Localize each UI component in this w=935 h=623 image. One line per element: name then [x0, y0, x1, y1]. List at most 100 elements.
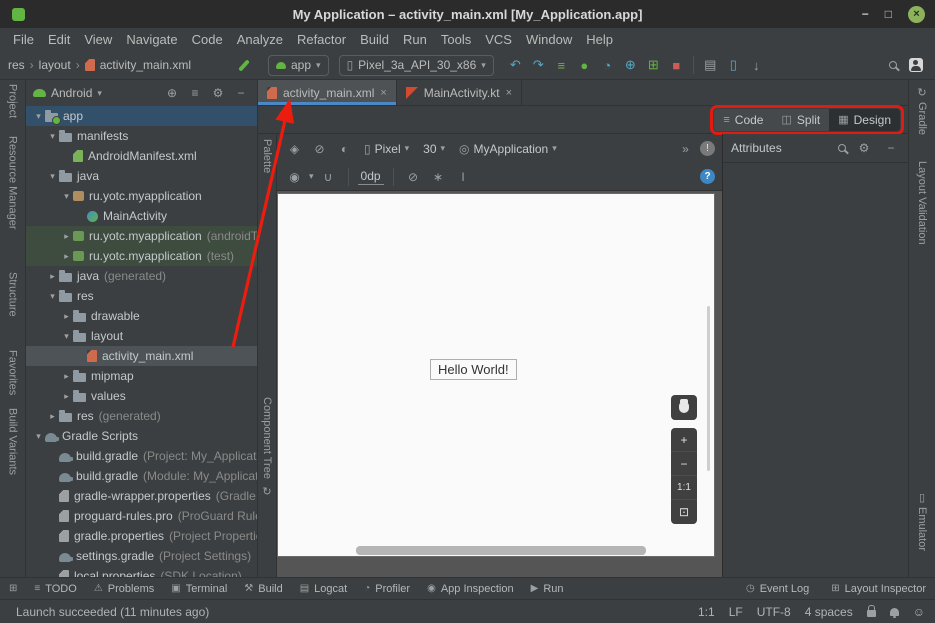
tool-strip-resource-manager[interactable]: Resource Manager	[7, 136, 19, 230]
attach-debugger-icon[interactable]: ⊕	[619, 55, 642, 76]
tree-item-build-gradle-project[interactable]: build.gradle (Project: My_Application)	[26, 446, 257, 466]
chevron-collapsed-icon[interactable]: ▸	[60, 231, 73, 242]
chevron-collapsed-icon[interactable]: ▸	[60, 391, 73, 402]
zoom-fit-button[interactable]: ⊡	[671, 500, 697, 524]
run-icon[interactable]: ≡	[550, 55, 573, 76]
debug-icon[interactable]: ●	[573, 55, 596, 76]
tool-window-switcher-icon[interactable]: ⊞	[9, 583, 17, 594]
close-tab-icon[interactable]: ×	[380, 87, 386, 99]
gear-icon[interactable]: ⚙	[209, 86, 227, 100]
restore-button[interactable]: □	[885, 7, 892, 21]
tree-item-layout[interactable]: ▾ layout	[26, 326, 257, 346]
menu-code[interactable]: Code	[185, 30, 230, 49]
tool-strip-build-variants[interactable]: Build Variants	[7, 408, 19, 475]
tool-strip-project[interactable]: Project	[7, 84, 19, 118]
tree-item-drawable[interactable]: ▸ drawable	[26, 306, 257, 326]
chevron-expanded-icon[interactable]: ▾	[46, 131, 59, 142]
line-separator-widget[interactable]: LF	[729, 605, 743, 619]
chevron-expanded-icon[interactable]: ▾	[32, 111, 45, 122]
device-canvas[interactable]: Hello World!	[277, 193, 715, 557]
tool-run[interactable]: ▶ Run	[531, 583, 564, 595]
menu-help[interactable]: Help	[579, 30, 620, 49]
menu-view[interactable]: View	[77, 30, 119, 49]
caret-position-widget[interactable]: 1:1	[698, 605, 715, 619]
menu-tools[interactable]: Tools	[434, 30, 478, 49]
mode-split-button[interactable]: ◫ Split	[772, 109, 829, 131]
tool-strip-emulator[interactable]: Emulator	[916, 507, 928, 551]
chevron-expanded-icon[interactable]: ▾	[46, 171, 59, 182]
indent-widget[interactable]: 4 spaces	[805, 605, 853, 619]
component-tree-strip-label[interactable]: Component Tree	[261, 397, 273, 479]
device-manager-icon[interactable]: ▤	[699, 55, 722, 76]
issue-panel-icon[interactable]: !	[700, 141, 715, 156]
theme-select[interactable]: ◎ MyApplication ▾	[454, 140, 562, 158]
tree-item-activity-main-xml[interactable]: activity_main.xml	[26, 346, 257, 366]
tool-terminal[interactable]: ▣ Terminal	[171, 583, 227, 595]
locate-file-icon[interactable]: ⊕	[163, 86, 181, 100]
zoom-in-button[interactable]: +	[671, 428, 697, 452]
chevron-collapsed-icon[interactable]: ▸	[60, 311, 73, 322]
encoding-widget[interactable]: UTF-8	[757, 605, 791, 619]
gear-icon[interactable]: ⚙	[855, 141, 873, 155]
tool-strip-structure[interactable]: Structure	[7, 272, 19, 317]
coverage-icon[interactable]: ⊞	[642, 55, 665, 76]
breadcrumb-layout[interactable]: layout	[39, 58, 71, 72]
feedback-smiley-icon[interactable]: ☺	[913, 605, 925, 619]
chevron-collapsed-icon[interactable]: ▸	[46, 411, 59, 422]
tool-app-inspection[interactable]: ◉ App Inspection	[427, 583, 514, 595]
overflow-icon[interactable]: »	[675, 139, 696, 159]
notifications-bell-icon[interactable]	[890, 608, 899, 616]
tree-item-res[interactable]: ▾ res	[26, 286, 257, 306]
project-view-select[interactable]: Android	[51, 86, 92, 100]
refresh-icon[interactable]: ↻	[262, 485, 271, 498]
menu-file[interactable]: File	[6, 30, 41, 49]
chevron-collapsed-icon[interactable]: ▸	[60, 251, 73, 262]
tree-item-gradle-wrapper[interactable]: gradle-wrapper.properties (Gradle Versio…	[26, 486, 257, 506]
search-everywhere-icon[interactable]	[881, 55, 904, 76]
zoom-out-button[interactable]: −	[671, 452, 697, 476]
chevron-collapsed-icon[interactable]: ▸	[46, 271, 59, 282]
tool-logcat[interactable]: ▤ Logcat	[300, 583, 347, 595]
apply-code-changes-icon[interactable]: ↷	[527, 55, 550, 76]
infer-constraints-icon[interactable]: ∗	[428, 167, 449, 187]
tool-profiler[interactable]: ◔ Profiler	[364, 583, 410, 595]
night-mode-icon[interactable]: ◐	[334, 139, 355, 159]
eraser-icon[interactable]: ⊘	[309, 139, 330, 159]
mode-code-button[interactable]: ≡ Code	[714, 109, 772, 131]
avd-manager-icon[interactable]: ▯	[722, 55, 745, 76]
pan-button[interactable]	[671, 395, 697, 420]
tree-item-res-generated[interactable]: ▸ res (generated)	[26, 406, 257, 426]
close-button[interactable]: ×	[908, 6, 925, 23]
chevron-expanded-icon[interactable]: ▾	[60, 331, 73, 342]
tab-mainactivity-kt[interactable]: MainActivity.kt ×	[397, 80, 522, 105]
tree-item-settings-gradle[interactable]: settings.gradle (Project Settings)	[26, 546, 257, 566]
tree-item-mainactivity[interactable]: MainActivity	[26, 206, 257, 226]
sdk-manager-icon[interactable]: ↓	[745, 55, 768, 76]
hello-world-textview[interactable]: Hello World!	[430, 359, 517, 380]
menu-edit[interactable]: Edit	[41, 30, 77, 49]
profile-avatar[interactable]	[904, 55, 927, 76]
tab-activity-main-xml[interactable]: activity_main.xml ×	[258, 80, 397, 105]
menu-window[interactable]: Window	[519, 30, 579, 49]
run-configuration-select[interactable]: app ▾	[268, 55, 329, 76]
view-options-icon[interactable]: ◉	[284, 167, 305, 187]
default-margin-select[interactable]: 0dp	[358, 168, 384, 185]
minimize-button[interactable]: −	[862, 7, 869, 21]
tree-item-gradle-properties[interactable]: gradle.properties (Project Properties)	[26, 526, 257, 546]
menu-run[interactable]: Run	[396, 30, 434, 49]
menu-analyze[interactable]: Analyze	[230, 30, 290, 49]
menu-vcs[interactable]: VCS	[478, 30, 519, 49]
tree-item-package-test[interactable]: ▸ ru.yotc.myapplication (test)	[26, 246, 257, 266]
apply-changes-icon[interactable]: ↶	[504, 55, 527, 76]
profile-icon[interactable]: ◔	[596, 55, 619, 76]
tree-item-package[interactable]: ▾ ru.yotc.myapplication	[26, 186, 257, 206]
close-tab-icon[interactable]: ×	[506, 87, 512, 99]
tool-event-log[interactable]: ◷ Event Log	[746, 583, 809, 595]
help-icon[interactable]: ?	[700, 169, 715, 184]
tool-todo[interactable]: ≡ TODO	[34, 583, 76, 595]
search-icon[interactable]	[838, 141, 846, 155]
autoconnect-magnet-icon[interactable]: ∪	[318, 167, 339, 187]
tree-item-java-generated[interactable]: ▸ java (generated)	[26, 266, 257, 286]
pack-margins-icon[interactable]: I	[453, 167, 474, 187]
menu-navigate[interactable]: Navigate	[119, 30, 184, 49]
